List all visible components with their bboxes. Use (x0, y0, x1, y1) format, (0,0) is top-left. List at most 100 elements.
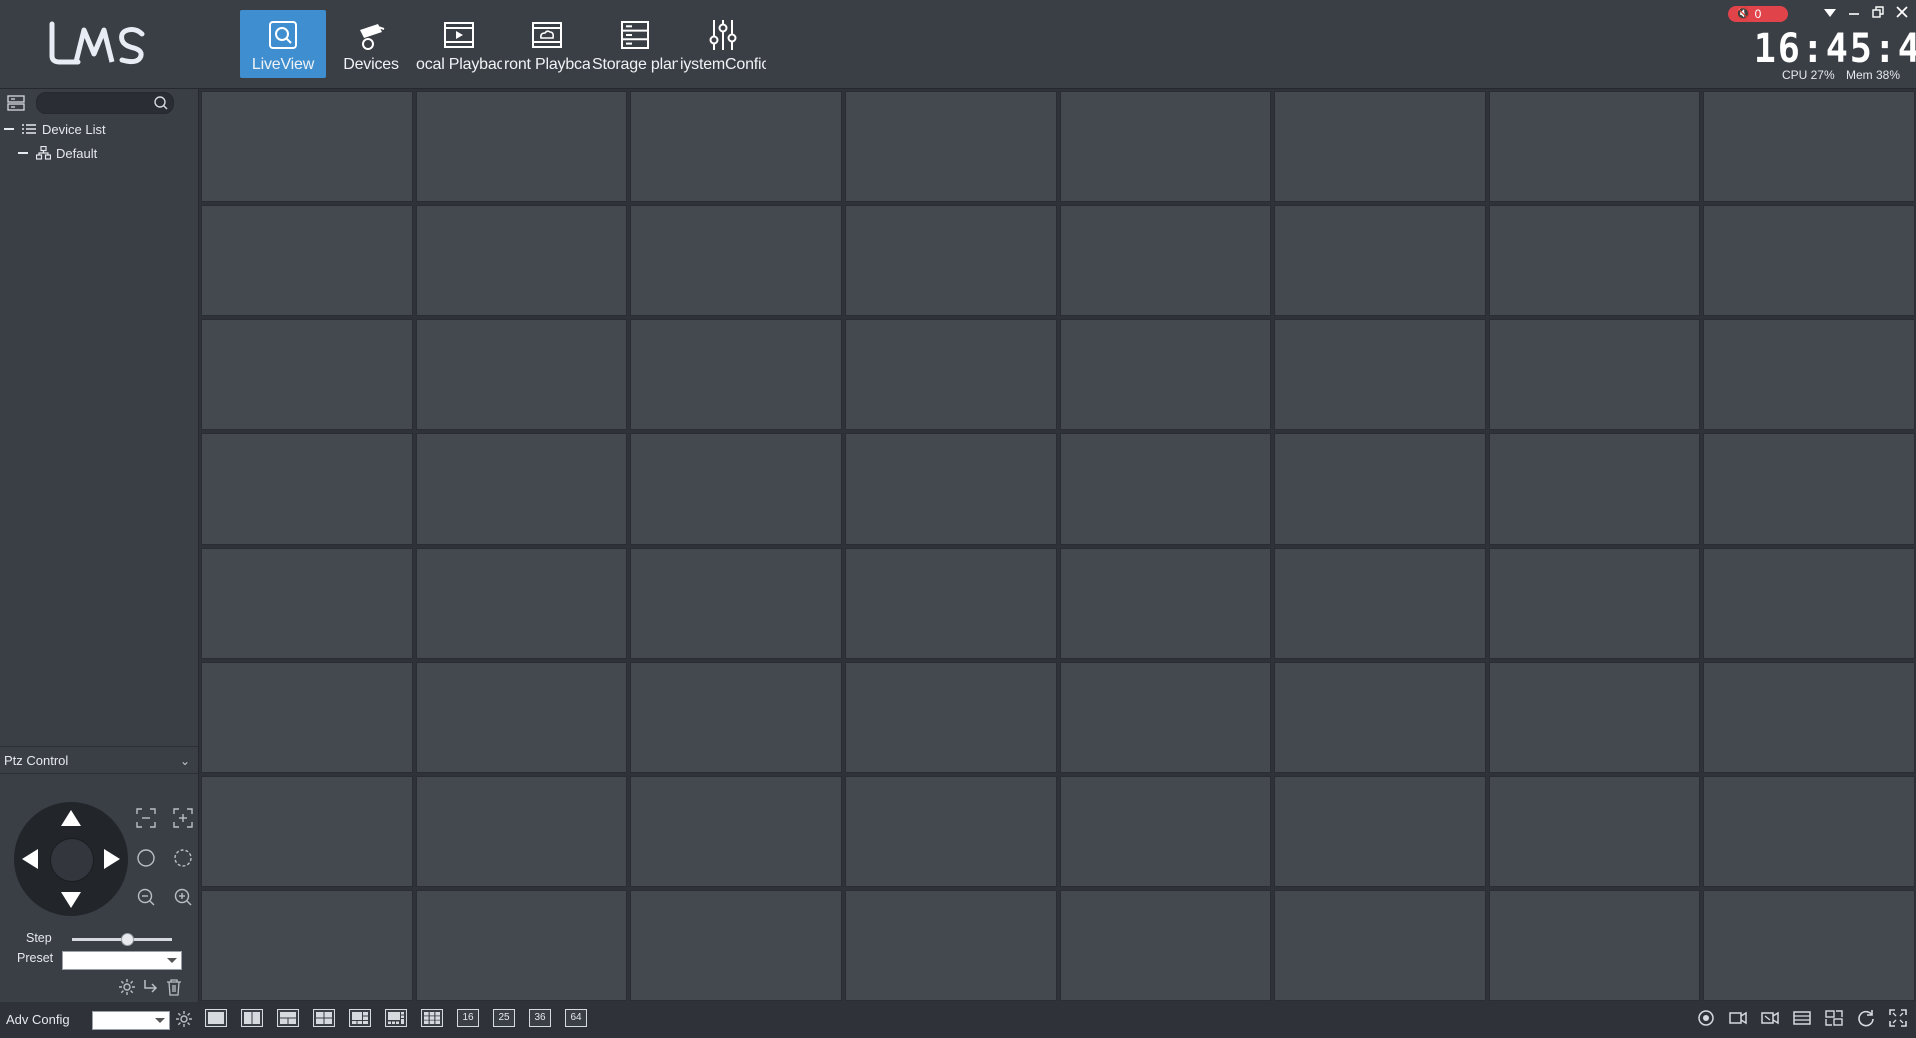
focus-far-icon[interactable] (172, 807, 194, 829)
screen-layout-icon[interactable] (1824, 1008, 1844, 1028)
iris-close-icon[interactable] (135, 847, 157, 869)
video-cell[interactable] (1274, 205, 1486, 317)
video-cell[interactable] (415, 661, 628, 773)
video-cell[interactable] (201, 775, 413, 887)
video-cell[interactable] (1488, 91, 1701, 203)
video-cell[interactable] (1274, 775, 1486, 887)
layout-6-button[interactable] (349, 1009, 371, 1027)
video-cell[interactable] (1059, 889, 1272, 1001)
adv-config-gear-icon[interactable] (175, 1010, 193, 1028)
video-cell[interactable] (201, 319, 413, 431)
layout-25-button[interactable]: 25 (493, 1009, 515, 1027)
video-cell[interactable] (630, 547, 842, 659)
video-cell[interactable] (1059, 91, 1272, 203)
nav-devices[interactable]: Devices (328, 10, 414, 78)
video-cell[interactable] (415, 319, 628, 431)
video-cell[interactable] (1488, 433, 1701, 545)
restore-button[interactable] (1868, 4, 1888, 24)
video-cell[interactable] (1274, 433, 1486, 545)
search-input[interactable] (45, 93, 149, 115)
layout-9-button[interactable] (421, 1009, 443, 1027)
layout-3-button[interactable] (277, 1009, 299, 1027)
video-cell[interactable] (415, 889, 628, 1001)
layout-4-button[interactable] (313, 1009, 335, 1027)
preset-call-icon[interactable] (142, 978, 160, 996)
video-cell[interactable] (630, 91, 842, 203)
iris-open-icon[interactable] (172, 847, 194, 869)
video-cell[interactable] (630, 661, 842, 773)
video-cell[interactable] (1703, 889, 1915, 1001)
video-cell[interactable] (844, 547, 1057, 659)
video-cell[interactable] (630, 205, 842, 317)
adv-config-select[interactable] (92, 1011, 170, 1030)
video-cell[interactable] (1488, 319, 1701, 431)
ptz-right-arrow[interactable] (104, 849, 120, 869)
video-cell[interactable] (415, 775, 628, 887)
layout-2-button[interactable] (241, 1009, 263, 1027)
device-list-icon[interactable] (7, 95, 25, 111)
video-cell[interactable] (630, 433, 842, 545)
nav-front-playback[interactable]: ront Playbca (504, 10, 590, 78)
ptz-control-header[interactable]: Ptz Control ⌄ (0, 746, 198, 774)
video-cell[interactable] (844, 433, 1057, 545)
video-cell[interactable] (844, 775, 1057, 887)
layout-36-button[interactable]: 36 (529, 1009, 551, 1027)
video-cell[interactable] (1274, 889, 1486, 1001)
video-cell[interactable] (1274, 661, 1486, 773)
preset-settings-gear-icon[interactable] (118, 978, 136, 996)
video-record-icon[interactable] (1728, 1008, 1748, 1028)
step-slider-thumb[interactable] (121, 933, 134, 946)
minimize-button[interactable] (1844, 4, 1864, 24)
collapse-icon[interactable] (4, 128, 14, 130)
layout-16-button[interactable]: 16 (457, 1009, 479, 1027)
video-cell[interactable] (1059, 433, 1272, 545)
video-cell[interactable] (201, 91, 413, 203)
zoom-out-icon[interactable] (135, 886, 157, 908)
ptz-down-arrow[interactable] (61, 892, 81, 908)
video-cell[interactable] (844, 91, 1057, 203)
dropdown-menu-button[interactable] (1820, 4, 1840, 24)
video-cell[interactable] (1059, 661, 1272, 773)
video-cell[interactable] (1488, 547, 1701, 659)
nav-liveview[interactable]: LiveView (240, 10, 326, 78)
video-cell[interactable] (201, 433, 413, 545)
tree-item-default[interactable]: Default (18, 143, 97, 163)
ptz-left-arrow[interactable] (22, 849, 38, 869)
preset-select[interactable] (62, 951, 182, 970)
tree-root-device-list[interactable]: Device List (4, 119, 106, 139)
video-cell[interactable] (1059, 205, 1272, 317)
video-cell[interactable] (1703, 433, 1915, 545)
video-cell[interactable] (415, 433, 628, 545)
alarm-badge[interactable]: 🔇 0 (1728, 6, 1788, 22)
video-cell[interactable] (1059, 547, 1272, 659)
stop-all-video-icon[interactable] (1760, 1008, 1780, 1028)
record-icon[interactable] (1696, 1008, 1716, 1028)
nav-storage-plan[interactable]: Storage plan (592, 10, 678, 78)
search-icon[interactable] (153, 95, 169, 111)
video-cell[interactable] (415, 91, 628, 203)
video-cell[interactable] (415, 547, 628, 659)
nav-local-playback[interactable]: ocal Playbac (416, 10, 502, 78)
layout-8-button[interactable] (385, 1009, 407, 1027)
video-cell[interactable] (844, 319, 1057, 431)
video-cell[interactable] (1274, 91, 1486, 203)
video-cell[interactable] (1703, 319, 1915, 431)
video-cell[interactable] (1274, 547, 1486, 659)
video-cell[interactable] (630, 889, 842, 1001)
video-cell[interactable] (844, 889, 1057, 1001)
chevron-down-icon[interactable]: ⌄ (180, 747, 190, 775)
video-cell[interactable] (201, 661, 413, 773)
video-cell[interactable] (844, 205, 1057, 317)
zoom-in-icon[interactable] (172, 886, 194, 908)
video-cell[interactable] (1488, 205, 1701, 317)
video-cell[interactable] (1274, 319, 1486, 431)
video-cell[interactable] (630, 775, 842, 887)
video-cell[interactable] (201, 547, 413, 659)
video-cell[interactable] (201, 889, 413, 1001)
video-cell[interactable] (201, 205, 413, 317)
video-cell[interactable] (1703, 205, 1915, 317)
ptz-up-arrow[interactable] (61, 810, 81, 826)
ptz-center-button[interactable] (50, 838, 94, 882)
layout-64-button[interactable]: 64 (565, 1009, 587, 1027)
video-cell[interactable] (1703, 547, 1915, 659)
